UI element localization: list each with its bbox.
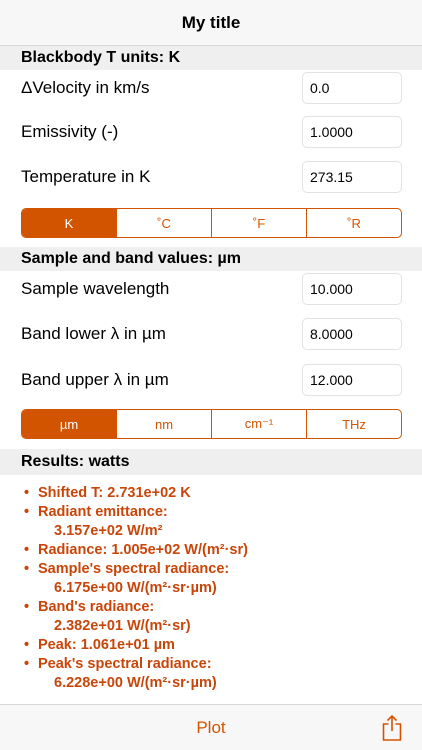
velocity-row: ΔVelocity in km/s xyxy=(0,66,422,110)
section-header-results: Results: watts xyxy=(0,449,422,475)
result-item-band-radiance: • Band's radiance: 2.382e+01 W/(m²·sr) xyxy=(24,599,191,634)
sample-wavelength-row: Sample wavelength xyxy=(0,267,422,311)
result-item-radiant-emittance: • Radiant emittance: 3.157e+02 W/m² xyxy=(24,504,168,539)
results-panel: • Shifted T: 2.731e+02 K • Radiant emittan… xyxy=(0,476,422,704)
band-lower-label: Band lower λ in µm xyxy=(21,324,166,343)
wave-unit-thz[interactable]: THz xyxy=(306,410,401,438)
band-lower-row: Band lower λ in µm xyxy=(0,312,422,356)
temperature-input[interactable] xyxy=(302,161,402,193)
section-title-sample: Sample and band values: µm xyxy=(21,250,241,267)
navigation-bar: My title xyxy=(0,0,422,46)
temp-unit-f[interactable]: ˚F xyxy=(211,209,306,237)
band-upper-label: Band upper λ in µm xyxy=(21,370,169,389)
results-list: • Shifted T: 2.731e+02 K • Radiant emittan… xyxy=(0,476,422,693)
section-title-results: Results: watts xyxy=(21,453,130,470)
bottom-toolbar: Plot xyxy=(0,704,422,750)
result-item-peak-spectral-radiance: • Peak's spectral radiance: 6.228e+00 W/(m… xyxy=(24,656,217,691)
result-item-radiance: • Radiance: 1.005e+02 W/(m²·sr) xyxy=(24,542,248,558)
band-upper-row: Band upper λ in µm xyxy=(0,358,422,402)
wave-unit-nm[interactable]: nm xyxy=(116,410,211,438)
temp-unit-k[interactable]: K xyxy=(22,209,116,237)
page-title: My title xyxy=(181,12,241,32)
velocity-input[interactable] xyxy=(302,72,402,104)
emissivity-label: Emissivity (-) xyxy=(21,122,119,141)
sample-wavelength-input[interactable] xyxy=(302,273,402,305)
wavelength-units-control: µm nm cm⁻¹ THz xyxy=(21,409,402,439)
result-item-shifted-t: • Shifted T: 2.731e+02 K xyxy=(24,485,191,501)
emissivity-row: Emissivity (-) xyxy=(0,110,422,154)
band-lower-input[interactable] xyxy=(302,318,402,350)
result-item-peak: • Peak: 1.061e+01 µm xyxy=(24,637,175,653)
wave-unit-cm-1[interactable]: cm⁻¹ xyxy=(211,410,306,438)
band-upper-input[interactable] xyxy=(302,364,402,396)
wave-unit-um[interactable]: µm xyxy=(22,410,116,438)
emissivity-input[interactable] xyxy=(302,116,402,148)
section-title-blackbody: Blackbody T units: K xyxy=(21,49,181,66)
sample-wavelength-label: Sample wavelength xyxy=(21,279,170,298)
share-icon[interactable] xyxy=(382,715,402,741)
velocity-label: ΔVelocity in km/s xyxy=(21,78,150,97)
temperature-label: Temperature in K xyxy=(21,167,151,186)
result-item-sample-spectral-radiance: • Sample's spectral radiance: 6.175e+00 W/… xyxy=(24,561,230,596)
temp-unit-c[interactable]: ˚C xyxy=(116,209,211,237)
plot-button[interactable]: Plot xyxy=(196,718,225,738)
temperature-units-control: K ˚C ˚F ˚R xyxy=(21,208,402,238)
temperature-row: Temperature in K xyxy=(0,155,422,199)
temp-unit-r[interactable]: ˚R xyxy=(306,209,401,237)
